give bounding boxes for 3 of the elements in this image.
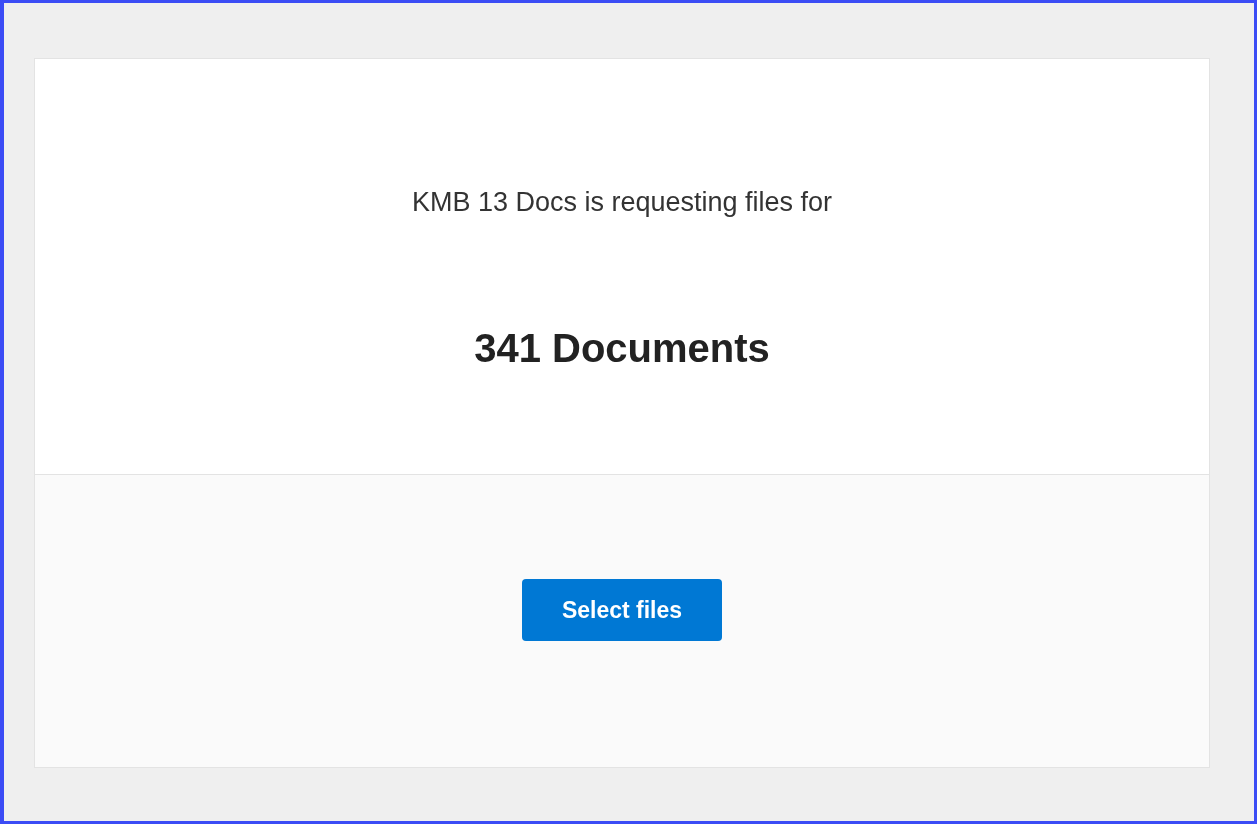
- document-count-title: 341 Documents: [474, 326, 770, 371]
- select-files-button[interactable]: Select files: [522, 579, 722, 641]
- request-text: KMB 13 Docs is requesting files for: [411, 187, 833, 218]
